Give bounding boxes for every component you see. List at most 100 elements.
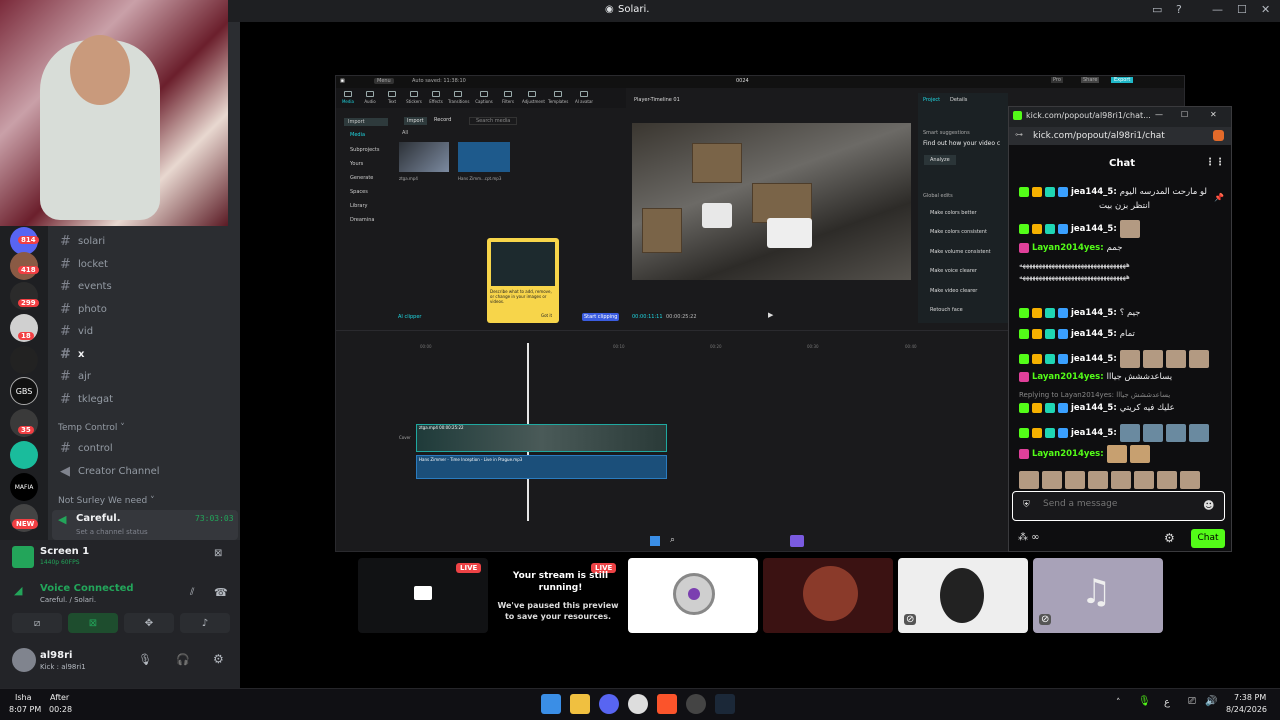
sidebar-generate[interactable]: Generate	[350, 175, 373, 181]
emote[interactable]	[1157, 471, 1177, 489]
participant-tile[interactable]	[628, 558, 758, 633]
stop-stream-icon[interactable]: ⊠	[214, 548, 222, 559]
tool-audio[interactable]: Audio	[360, 91, 380, 104]
close-icon[interactable]: ✕	[1210, 110, 1217, 119]
tool-templates[interactable]: Templates	[548, 91, 568, 104]
chat-send-button[interactable]: Chat	[1191, 529, 1225, 548]
chat-username[interactable]: jea144_5:	[1071, 224, 1117, 234]
category-not-surley[interactable]: Not Surley We need ˅	[58, 496, 155, 506]
tool-ai-avatar[interactable]: AI avatar	[574, 91, 594, 104]
activities-button[interactable]: ✥	[124, 613, 174, 633]
tool-captions[interactable]: Captions	[474, 91, 494, 104]
export-button[interactable]: Export	[1111, 77, 1134, 83]
minimize-icon[interactable]: —	[1155, 110, 1163, 119]
user-list-icon[interactable]: ⋮⋮	[1205, 157, 1225, 168]
chat-input[interactable]	[1043, 499, 1203, 509]
channel-events[interactable]: # events	[60, 279, 112, 294]
audio-track-clip[interactable]: Hans Zimmer - Time Inception - Live in P…	[416, 455, 667, 479]
server-icon[interactable]	[10, 346, 38, 374]
chat-input-box[interactable]: ⛨ ☻	[1012, 491, 1225, 521]
chat-username[interactable]: jea144_5:	[1071, 403, 1117, 413]
chat-username[interactable]: jea144_5:	[1071, 187, 1117, 197]
file-explorer-icon[interactable]	[570, 694, 590, 714]
start-icon[interactable]	[541, 694, 561, 714]
settings-icon[interactable]: ⚙	[1164, 531, 1175, 545]
chat-url[interactable]: kick.com/popout/al98ri1/chat	[1033, 131, 1165, 141]
clock-date[interactable]: 8/24/2026	[1226, 705, 1267, 714]
server-icon[interactable]	[10, 441, 38, 469]
tool-stickers[interactable]: Stickers	[404, 91, 424, 104]
play-icon[interactable]: ▶	[768, 311, 773, 319]
site-info-icon[interactable]: ⊶	[1015, 130, 1023, 139]
server-icon[interactable]: GBS	[10, 377, 38, 405]
tool-transitions[interactable]: Transitions	[448, 91, 469, 104]
participant-tile-stream[interactable]: LIVE	[358, 558, 488, 633]
emote[interactable]	[1065, 471, 1085, 489]
language-indicator[interactable]: ع	[1164, 697, 1170, 708]
start-clipping-button[interactable]: Start clipping	[582, 313, 620, 321]
capcut-menu-button[interactable]: Menu	[374, 78, 394, 84]
video-track-clip[interactable]: ztga.mp4 00:00:25:22	[416, 424, 667, 452]
sidebar-subprojects[interactable]: Subprojects	[350, 147, 379, 153]
channel-tklegat[interactable]: # tklegat	[60, 392, 113, 407]
ai-clipper-label[interactable]: AI clipper	[398, 314, 422, 320]
tool-text[interactable]: Text	[382, 91, 402, 104]
participant-tile-paused[interactable]: LIVE Your stream is still running! We've…	[493, 558, 623, 633]
sidebar-library[interactable]: Library	[350, 203, 367, 209]
headphones-icon[interactable]: 🎧	[176, 653, 190, 666]
edit-volume-consistent[interactable]: Make volume consistent	[930, 249, 991, 255]
emote[interactable]	[1111, 471, 1131, 489]
media-clip-thumb[interactable]	[399, 142, 449, 172]
tab-project[interactable]: Project	[923, 97, 940, 103]
voice-channel-careful[interactable]: ◀ Careful. 73:03:03 Set a channel status	[52, 510, 238, 540]
points-icon[interactable]: ⁂ ∞	[1018, 532, 1040, 543]
server-icon[interactable]: MAFIA	[10, 473, 38, 501]
participant-tile[interactable]	[763, 558, 893, 633]
settings-icon[interactable]: ⚙	[213, 652, 224, 666]
emote[interactable]	[1180, 471, 1200, 489]
chat-username[interactable]: jea144_5:	[1071, 428, 1117, 438]
category-temp-control[interactable]: Temp Control ˅	[58, 423, 125, 433]
emote[interactable]	[1134, 471, 1154, 489]
pro-button[interactable]: Pro	[1051, 77, 1063, 83]
channel-ajr[interactable]: # ajr	[60, 369, 91, 384]
sidebar-yours[interactable]: Yours	[350, 161, 363, 167]
cover-label[interactable]: Cover	[399, 435, 411, 440]
network-icon[interactable]: ⎚	[1188, 696, 1196, 707]
emoji-icon[interactable]: ☻	[1203, 499, 1214, 512]
edit-colors-better[interactable]: Make colors better	[930, 210, 977, 216]
sidebar-spaces[interactable]: Spaces	[350, 189, 368, 195]
tool-adjustment[interactable]: Adjustment	[522, 91, 545, 104]
discord-icon[interactable]	[599, 694, 619, 714]
steam-icon[interactable]	[715, 694, 735, 714]
media-record-tab[interactable]: Record	[434, 117, 451, 123]
mic-icon[interactable]: 🎙	[138, 653, 152, 666]
noise-suppression-icon[interactable]: ⫽	[190, 587, 194, 598]
camera-button[interactable]: ⧄	[12, 613, 62, 633]
chat-username[interactable]: jea144_5:	[1071, 354, 1117, 364]
chevron-up-icon[interactable]: ˄	[1116, 698, 1121, 708]
minimize-icon[interactable]: —	[1212, 3, 1223, 16]
tool-media[interactable]: Media	[338, 91, 358, 104]
channel-x[interactable]: # x	[60, 347, 84, 362]
edit-voice-clearer[interactable]: Make voice clearer	[930, 268, 977, 274]
avatar[interactable]	[12, 648, 36, 672]
chat-username[interactable]: jea144_5:	[1071, 329, 1117, 339]
emote[interactable]	[1042, 471, 1062, 489]
channel-photo[interactable]: # photo	[60, 302, 107, 317]
edit-colors-consistent[interactable]: Make colors consistent	[930, 229, 987, 235]
media-import-tab[interactable]: Import	[404, 117, 427, 125]
analyze-button[interactable]: Analyze	[924, 155, 956, 165]
brave-shield-icon[interactable]	[1213, 130, 1224, 141]
disconnect-icon[interactable]: ☎	[214, 586, 228, 599]
tool-filters[interactable]: Filters	[498, 91, 518, 104]
screen-share-button[interactable]: ⊠	[68, 613, 118, 633]
media-audio-thumb[interactable]	[458, 142, 510, 172]
tool-effects[interactable]: Effects	[426, 91, 446, 104]
edit-video-clearer[interactable]: Make video clearer	[930, 288, 977, 294]
sidebar-import[interactable]: Import	[344, 118, 388, 126]
participant-tile[interactable]: ♫ ⊘	[1033, 558, 1163, 633]
maximize-icon[interactable]: ☐	[1237, 3, 1247, 16]
channel-status[interactable]: Set a channel status	[76, 528, 148, 536]
popup-got-it-button[interactable]: Got it	[541, 313, 552, 318]
